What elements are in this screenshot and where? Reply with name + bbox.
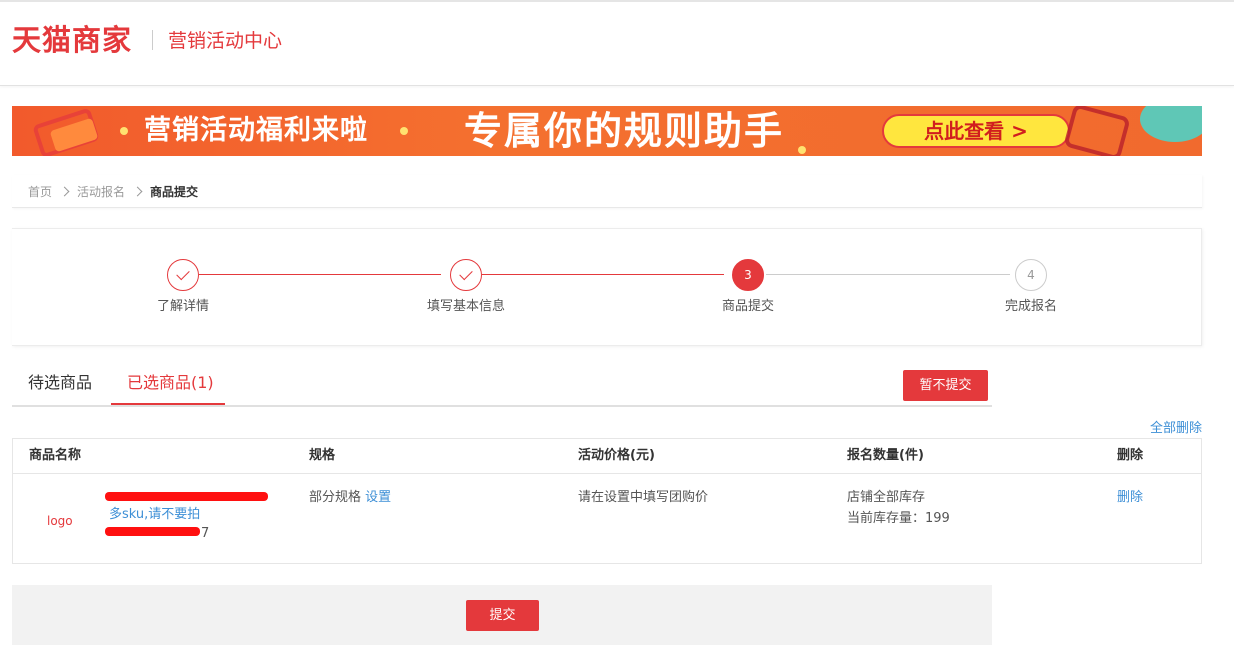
column-header-delete: 删除 <box>1117 448 1144 463</box>
check-icon <box>176 266 190 281</box>
submit-button[interactable]: 提交 <box>466 600 539 631</box>
step-connector-todo <box>766 274 1010 275</box>
delete-row-link[interactable]: 删除 <box>1117 488 1143 508</box>
spec-settings-link[interactable]: 设置 <box>365 490 391 505</box>
spec-text: 部分规格 <box>309 490 362 505</box>
tmall-merchant-logo[interactable]: 天猫商家 <box>12 22 132 58</box>
column-header-quantity: 报名数量(件) <box>847 448 924 463</box>
redacted-product-id <box>105 527 200 536</box>
banner-dot-icon <box>400 127 408 135</box>
breadcrumb-current: 商品提交 <box>150 184 199 199</box>
spec-cell: 部分规格 设置 <box>309 488 391 508</box>
active-tab-indicator <box>111 403 225 405</box>
header-divider <box>152 30 153 50</box>
column-header-product-name: 商品名称 <box>29 448 82 463</box>
step-2-circle <box>450 259 482 291</box>
submit-footer: 提交 <box>12 585 992 645</box>
step-connector-done <box>482 274 724 275</box>
promo-banner[interactable]: 营销活动福利来啦 专属你的规则助手 点此查看 > <box>12 106 1202 156</box>
step-3-circle: 3 <box>732 259 764 291</box>
progress-steps: 了解详情 填写基本信息 3 商品提交 4 完成报名 <box>12 228 1202 346</box>
breadcrumb: 首页 活动报名 商品提交 <box>12 175 1202 208</box>
chevron-right-icon <box>132 186 143 196</box>
banner-dot-icon <box>798 146 806 154</box>
top-bar: 天猫商家 营销活动中心 <box>0 0 1234 86</box>
step-4-circle: 4 <box>1015 259 1047 291</box>
delete-all-link[interactable]: 全部删除 <box>1150 421 1202 437</box>
selected-products-table: 商品名称 规格 活动价格(元) 报名数量(件) 删除 logo 多sku,请不要… <box>12 438 1202 564</box>
hold-submit-button[interactable]: 暂不提交 <box>903 370 988 401</box>
column-header-spec: 规格 <box>309 448 336 463</box>
tab-pending-products[interactable]: 待选商品 <box>28 372 92 394</box>
page-section-title: 营销活动中心 <box>168 30 283 52</box>
quantity-mode: 店铺全部库存 <box>847 490 926 505</box>
step-3-label: 商品提交 <box>721 299 774 314</box>
banner-dot-icon <box>120 127 128 135</box>
breadcrumb-home[interactable]: 首页 <box>28 183 52 200</box>
banner-view-button[interactable]: 点此查看 > <box>882 114 1070 148</box>
breadcrumb-activity-signup[interactable]: 活动报名 <box>77 183 125 200</box>
product-image[interactable]: logo <box>47 514 73 528</box>
check-icon <box>459 266 473 281</box>
current-stock: 当前库存量：199 <box>847 511 950 526</box>
step-1-circle <box>167 259 199 291</box>
table-header: 商品名称 规格 活动价格(元) 报名数量(件) 删除 <box>13 439 1201 474</box>
banner-decoration-right <box>1063 106 1131 156</box>
redacted-product-name-line1 <box>105 492 268 501</box>
chevron-right-icon <box>59 186 70 196</box>
column-header-price: 活动价格(元) <box>578 448 655 463</box>
banner-headline: 专属你的规则助手 <box>464 109 785 153</box>
step-4-label: 完成报名 <box>1004 299 1057 314</box>
step-connector-done <box>199 274 441 275</box>
product-tabs: 待选商品 已选商品(1) 暂不提交 <box>12 362 992 407</box>
banner-decoration-teal <box>1140 106 1202 142</box>
price-hint: 请在设置中填写团购价 <box>578 490 709 505</box>
tab-selected-products[interactable]: 已选商品(1) <box>127 372 214 394</box>
product-name-link[interactable]: 多sku,请不要拍 <box>109 505 200 525</box>
banner-text-left: 营销活动福利来啦 <box>144 115 368 146</box>
product-id-suffix: 7 <box>201 526 210 541</box>
step-2-label: 填写基本信息 <box>426 299 505 314</box>
step-1-label: 了解详情 <box>156 299 209 314</box>
